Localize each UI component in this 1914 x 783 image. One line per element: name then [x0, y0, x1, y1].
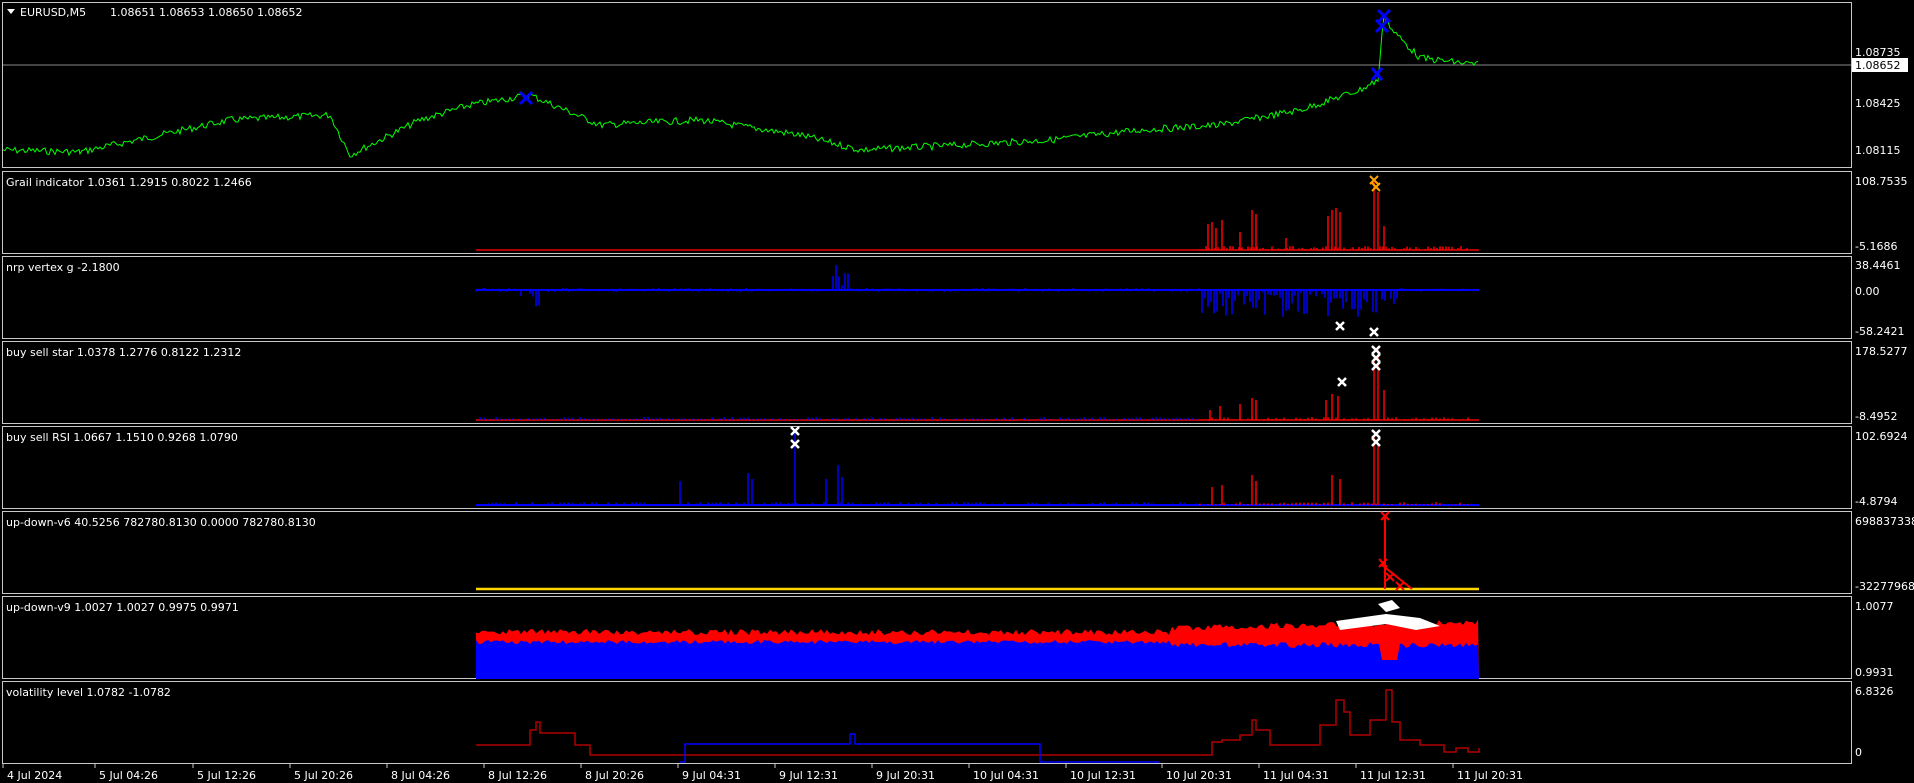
- signal-x-marker: [1371, 429, 1381, 439]
- signal-x-marker: [1371, 182, 1381, 192]
- price-axis-label: 1.08425: [1855, 97, 1901, 110]
- time-axis-label: 11 Jul 04:31: [1263, 769, 1329, 782]
- signal-x-marker: [518, 90, 534, 106]
- time-axis-label: 5 Jul 04:26: [99, 769, 158, 782]
- axis-bottom-bss: -8.4952: [1855, 410, 1897, 423]
- bss-pane[interactable]: [2, 341, 1852, 424]
- time-axis-label: 8 Jul 12:26: [488, 769, 547, 782]
- axis-bottom-grail: -5.1686: [1855, 240, 1897, 253]
- mt4-chart-window[interactable]: EURUSD,M5 1.08651 1.08653 1.08650 1.0865…: [0, 0, 1914, 783]
- symbol-label: EURUSD,M5: [20, 6, 86, 19]
- main-signal-markers: [518, 8, 1392, 106]
- time-axis-label: 10 Jul 04:31: [973, 769, 1039, 782]
- vol-pane[interactable]: [2, 681, 1852, 764]
- vol-red-line: [476, 689, 1480, 756]
- axis-top-bss: 178.5277: [1855, 345, 1908, 358]
- ud9-blue-band: [476, 640, 1479, 679]
- grail-histogram: [1199, 182, 1468, 250]
- price-line: [2, 15, 1479, 158]
- nrp-pane[interactable]: [2, 256, 1852, 339]
- signal-x-marker: [1335, 321, 1345, 331]
- signal-x-marker: [1371, 345, 1381, 355]
- grail-markers: [1369, 175, 1381, 192]
- time-axis-label: 9 Jul 12:31: [779, 769, 838, 782]
- spike-bar: [1381, 564, 1413, 590]
- time-axis-label: 10 Jul 20:31: [1166, 769, 1232, 782]
- pane-title-ud6: up-down-v6 40.5256 782780.8130 0.0000 78…: [6, 516, 316, 529]
- price-axis-label: 1.08115: [1855, 144, 1901, 157]
- grail-pane[interactable]: [2, 171, 1852, 254]
- ud6-spike: [1378, 511, 1413, 591]
- nrp-markers: [1335, 321, 1379, 337]
- price-axis-label: 1.08735: [1855, 46, 1901, 59]
- time-axis: 4 Jul 2024 5 Jul 04:26 5 Jul 12:26 5 Jul 20…: [2, 764, 1523, 782]
- time-axis-label: 5 Jul 20:26: [294, 769, 353, 782]
- vol-blue-line: [680, 733, 1160, 763]
- pane-title-bss: buy sell star 1.0378 1.2776 0.8122 1.231…: [6, 346, 241, 359]
- time-axis-label: 11 Jul 20:31: [1457, 769, 1523, 782]
- axis-top-nrp: 38.4461: [1855, 259, 1901, 272]
- signal-x-marker: [1371, 353, 1381, 363]
- signal-x-marker: [1370, 67, 1384, 81]
- axis-top-grail: 108.7535: [1855, 175, 1908, 188]
- signal-x-marker: [1369, 327, 1379, 337]
- rsi-histogram: [479, 433, 1469, 505]
- axis-bottom-nrp: -58.2421: [1855, 325, 1904, 338]
- ohlc-values: 1.08651 1.08653 1.08650 1.08652: [110, 6, 302, 19]
- pane-title-ud9: up-down-v9 1.0027 1.0027 0.9975 0.9971: [6, 601, 239, 614]
- axis-top-rsi: 102.6924: [1855, 430, 1908, 443]
- rsi-pane[interactable]: [2, 426, 1852, 509]
- time-axis-label: 8 Jul 20:26: [585, 769, 644, 782]
- signal-x-marker: [1371, 437, 1381, 447]
- time-axis-label: 4 Jul 2024: [7, 769, 62, 782]
- axis-top-vol: 6.8326: [1855, 685, 1894, 698]
- pane-title-grail: Grail indicator 1.0361 1.2915 0.8022 1.2…: [6, 176, 252, 189]
- main-chart-pane[interactable]: [2, 2, 1852, 168]
- pane-title-nrp: nrp vertex g -2.1800: [6, 261, 120, 274]
- pane-title-vol: volatility level 1.0782 -1.0782: [6, 686, 171, 699]
- time-axis-label: 9 Jul 04:31: [682, 769, 741, 782]
- axis-top-ud9: 1.0077: [1855, 600, 1894, 613]
- axis-bottom-vol: 0: [1855, 746, 1862, 759]
- time-axis-label: 11 Jul 12:31: [1360, 769, 1426, 782]
- time-axis-label: 5 Jul 12:26: [197, 769, 256, 782]
- signal-x-marker: [1371, 361, 1381, 371]
- axis-bottom-ud9: 0.9931: [1855, 666, 1894, 679]
- time-axis-label: 8 Jul 04:26: [391, 769, 450, 782]
- signal-x-marker: [1337, 377, 1347, 387]
- bss-histogram: [479, 350, 1469, 420]
- rsi-markers: [790, 426, 1381, 449]
- collapse-triangle-icon[interactable]: [7, 9, 15, 14]
- axis-bottom-ud6: -32277968: [1855, 580, 1914, 593]
- axis-mid-nrp: 0.00: [1855, 285, 1880, 298]
- pane-title-rsi: buy sell RSI 1.0667 1.1510 0.9268 1.0790: [6, 431, 238, 444]
- current-price-text: 1.08652: [1855, 59, 1901, 72]
- time-axis-label: 10 Jul 12:31: [1070, 769, 1136, 782]
- signal-x-marker: [1385, 572, 1395, 582]
- marker-cluster: [1378, 600, 1400, 612]
- axis-bottom-rsi: -4.8794: [1855, 495, 1897, 508]
- time-axis-label: 9 Jul 20:31: [876, 769, 935, 782]
- axis-top-ud6: 698837338: [1855, 515, 1914, 528]
